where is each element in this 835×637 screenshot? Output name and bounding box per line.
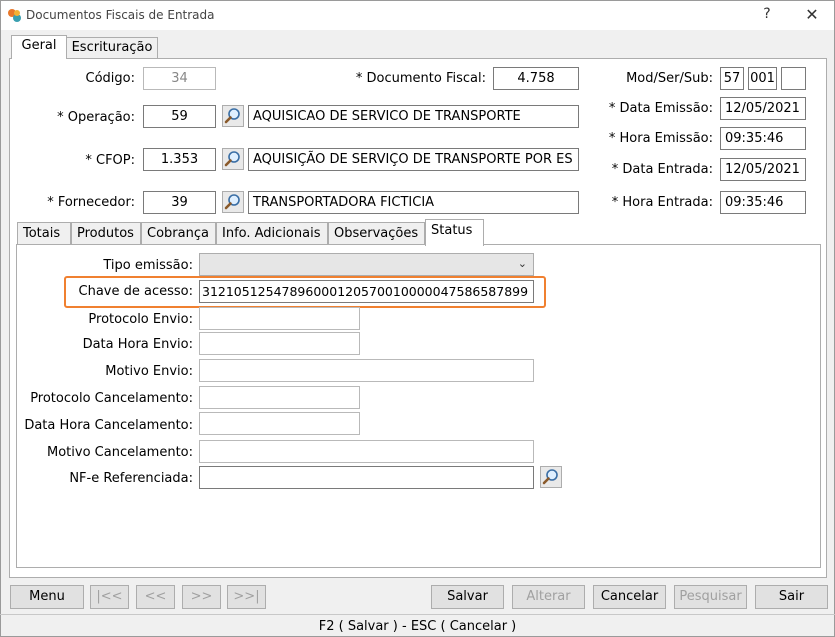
title-bar: Documentos Fiscais de Entrada ? ✕ [0,0,835,30]
search-icon [224,108,240,124]
last-record-button[interactable]: >>| [227,585,266,609]
pesquisar-button[interactable]: Pesquisar [674,585,747,609]
nfe-referenciada-label: NF-e Referenciada: [69,471,193,486]
data-hora-cancelamento-field[interactable] [199,412,360,435]
motivo-envio-field[interactable] [199,359,534,382]
close-icon[interactable]: ✕ [803,5,821,24]
operacao-code-field[interactable]: 59 [143,105,216,128]
fornecedor-label: * Fornecedor: [47,195,135,210]
cfop-description-field[interactable]: AQUISIÇÃO DE SERVIÇO DE TRANSPORTE POR E… [248,148,579,171]
hora-emissao-label: * Hora Emissão: [608,131,713,146]
search-icon [542,469,558,485]
fornecedor-code-field[interactable]: 39 [143,191,216,214]
sub-field[interactable] [781,67,806,90]
tab-totais[interactable]: Totais [17,222,71,245]
motivo-envio-label: Motivo Envio: [105,364,193,379]
ser-field[interactable]: 001 [748,67,777,90]
documento-fiscal-field[interactable]: 4.758 [493,67,579,90]
tab-status[interactable]: Status [425,219,484,246]
tab-info-adicionais[interactable]: Info. Adicionais [216,222,328,245]
nfe-referenciada-field[interactable] [199,466,534,489]
protocolo-envio-field[interactable] [199,307,360,330]
tab-produtos[interactable]: Produtos [71,222,141,245]
operacao-description-field[interactable]: AQUISICAO DE SERVICO DE TRANSPORTE [248,105,579,128]
hora-entrada-field[interactable]: 09:35:46 [720,191,806,214]
mod-ser-sub-label: Mod/Ser/Sub: [626,71,713,86]
status-bar: F2 ( Salvar ) - ESC ( Cancelar ) [0,614,835,637]
data-hora-envio-field[interactable] [199,332,360,355]
hora-emissao-field[interactable]: 09:35:46 [720,127,806,150]
search-icon [224,194,240,210]
nfe-referenciada-search-button[interactable] [540,466,562,488]
protocolo-envio-label: Protocolo Envio: [88,312,193,327]
tab-escrituracao[interactable]: Escrituração [66,37,158,58]
first-record-button[interactable]: |<< [90,585,129,609]
window-title: Documentos Fiscais de Entrada [26,8,215,22]
salvar-button[interactable]: Salvar [431,585,504,609]
data-hora-envio-label: Data Hora Envio: [82,337,193,352]
operacao-search-button[interactable] [222,105,244,127]
data-entrada-label: * Data Entrada: [611,162,713,177]
cancelar-button[interactable]: Cancelar [593,585,666,609]
protocolo-cancelamento-field[interactable] [199,386,360,409]
tab-geral[interactable]: Geral [11,35,67,59]
search-icon [224,151,240,167]
motivo-cancelamento-field[interactable] [199,440,534,463]
cfop-label: * CFOP: [85,153,135,168]
tipo-emissao-label: Tipo emissão: [103,258,193,273]
next-record-button[interactable]: >> [182,585,221,609]
tab-cobranca[interactable]: Cobrança [141,222,216,245]
documento-fiscal-label: * Documento Fiscal: [355,71,486,86]
cfop-search-button[interactable] [222,148,244,170]
chevron-down-icon: ⌄ [517,257,527,270]
data-emissao-label: * Data Emissão: [608,101,713,116]
mod-field[interactable]: 57 [720,67,744,90]
hora-entrada-label: * Hora Entrada: [611,195,713,210]
data-hora-cancelamento-label: Data Hora Cancelamento: [24,418,193,433]
fornecedor-description-field[interactable]: TRANSPORTADORA FICTICIA [248,191,579,214]
cfop-code-field[interactable]: 1.353 [143,148,216,171]
data-entrada-field[interactable]: 12/05/2021 [720,158,806,181]
fornecedor-search-button[interactable] [222,191,244,213]
tipo-emissao-select[interactable]: ⌄ [199,253,534,276]
codigo-field[interactable]: 34 [143,67,216,90]
help-button[interactable]: ? [759,6,775,22]
chave-acesso-field[interactable]: 3121051254789600012057001000004758658789… [199,280,534,303]
sair-button[interactable]: Sair [755,585,828,609]
menu-button[interactable]: Menu [10,585,84,609]
app-icon [8,9,21,22]
protocolo-cancelamento-label: Protocolo Cancelamento: [30,391,193,406]
motivo-cancelamento-label: Motivo Cancelamento: [47,445,193,460]
codigo-label: Código: [85,71,135,86]
chave-acesso-label: Chave de acesso: [78,284,193,299]
tab-observacoes[interactable]: Observações [328,222,425,245]
data-emissao-field[interactable]: 12/05/2021 [720,97,806,120]
previous-record-button[interactable]: << [136,585,175,609]
alterar-button[interactable]: Alterar [512,585,585,609]
operacao-label: * Operação: [57,110,135,125]
